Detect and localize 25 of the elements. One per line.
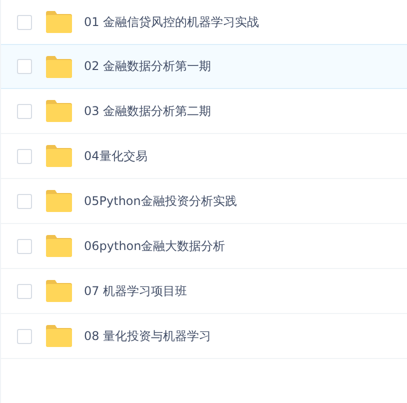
folder-icon [46,145,72,167]
checkbox[interactable] [17,59,32,74]
folder-icon [46,56,72,78]
folder-icon [46,100,72,122]
folder-icon [46,11,72,33]
file-row[interactable]: 02 金融数据分析第一期 [1,44,407,89]
checkbox[interactable] [17,284,32,298]
file-name: 08 量化投资与机器学习 [84,328,212,344]
file-name: 06python金融大数据分析 [84,238,226,254]
file-name: 03 金融数据分析第二期 [84,102,212,120]
checkbox[interactable] [17,194,32,208]
file-name: 01 金融信贷风控的机器学习实战 [84,14,260,30]
checkbox[interactable] [17,148,32,164]
checkbox[interactable] [17,238,32,254]
file-name: 02 金融数据分析第一期 [84,58,212,75]
checkbox[interactable] [17,14,32,30]
folder-icon [46,190,72,212]
folder-icon [46,280,72,302]
file-name: 04量化交易 [84,148,148,164]
file-name: 07 机器学习项目班 [84,282,188,300]
file-name: 05Python金融投资分析实践 [84,192,237,210]
checkbox[interactable] [17,328,32,344]
checkbox[interactable] [17,104,32,118]
folder-icon [46,235,72,257]
folder-icon [46,325,72,347]
